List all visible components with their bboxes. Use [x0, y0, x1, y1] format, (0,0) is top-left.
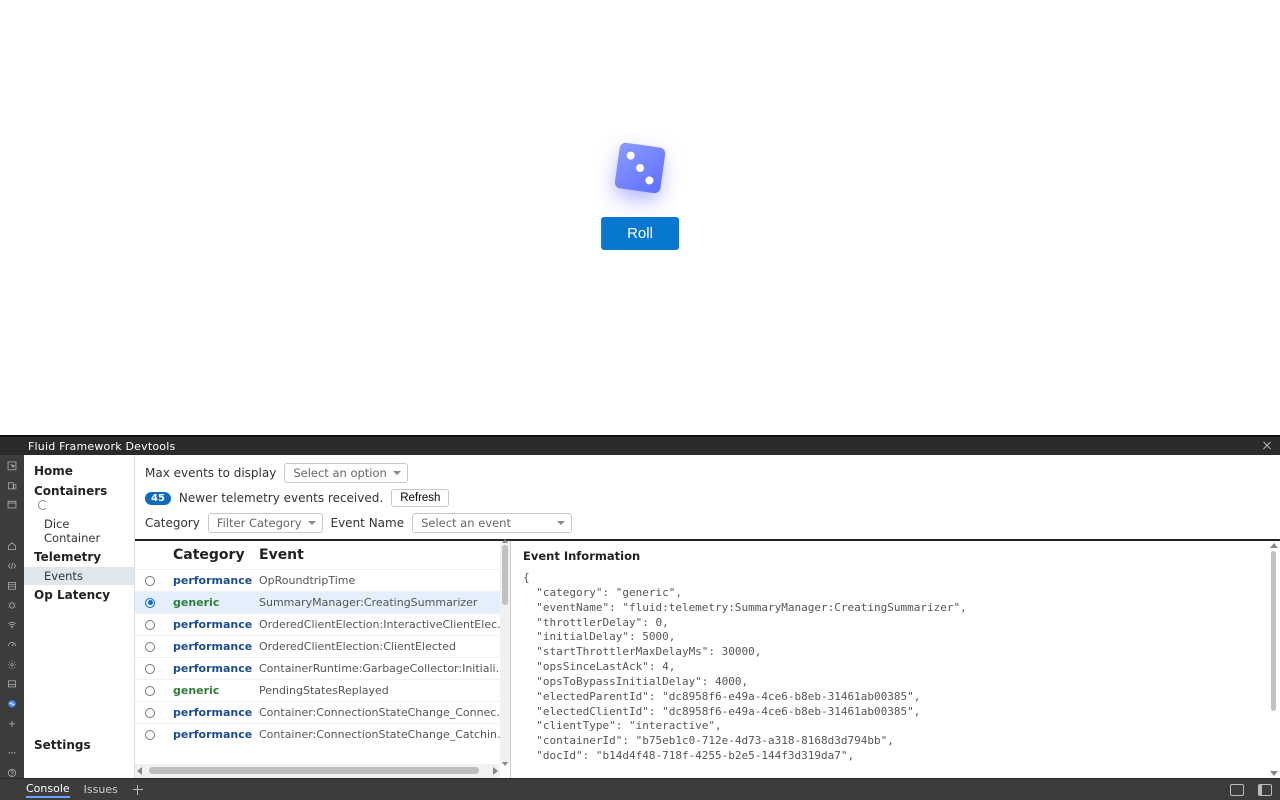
- help-icon[interactable]: [5, 768, 19, 778]
- bug-icon[interactable]: [5, 600, 19, 610]
- row-event: SummaryManager:CreatingSummarizer: [259, 596, 510, 609]
- row-category: performance: [173, 706, 259, 719]
- table-row[interactable]: performanceOpRoundtripTime: [135, 569, 510, 591]
- row-category: performance: [173, 574, 259, 587]
- new-events-message: Newer telemetry events received.: [179, 491, 383, 505]
- row-radio[interactable]: [145, 708, 155, 718]
- sidebar-item-home[interactable]: Home: [24, 461, 134, 481]
- table-row[interactable]: genericPendingStatesReplayed: [135, 679, 510, 701]
- home-icon[interactable]: [5, 541, 19, 551]
- table-row[interactable]: genericSummaryManager:CreatingSummarizer: [135, 591, 510, 613]
- event-details-json: { "category": "generic", "eventName": "f…: [523, 571, 1268, 764]
- tab-console[interactable]: Console: [26, 782, 70, 798]
- dice-roller: Roll: [601, 145, 679, 250]
- category-filter-label: Category: [145, 516, 200, 530]
- event-details-title: Event Information: [523, 549, 1268, 563]
- sidebar-item-containers[interactable]: Containers: [24, 481, 134, 515]
- row-category: performance: [173, 728, 259, 741]
- devtools-sidebar: Home Containers Dice Container Telemetry…: [24, 455, 135, 778]
- horizontal-scrollbar[interactable]: [135, 764, 500, 778]
- new-events-badge: 45: [145, 492, 171, 505]
- table-row[interactable]: performanceOrderedClientElection:ClientE…: [135, 635, 510, 657]
- filters-panel: Max events to display Select an option 4…: [135, 455, 1280, 539]
- event-name-filter-select[interactable]: Select an event: [412, 513, 572, 533]
- row-radio[interactable]: [145, 642, 155, 652]
- devtools-main: Max events to display Select an option 4…: [135, 455, 1280, 778]
- devtools-title: Fluid Framework Devtools: [28, 440, 175, 453]
- row-radio[interactable]: [145, 576, 155, 586]
- row-event: PendingStatesReplayed: [259, 684, 510, 697]
- row-category: generic: [173, 596, 259, 609]
- table-row[interactable]: performanceContainer:ConnectionStateChan…: [135, 723, 510, 745]
- roll-button[interactable]: Roll: [601, 217, 679, 250]
- sidebar-item-telemetry[interactable]: Telemetry: [24, 547, 134, 567]
- row-radio[interactable]: [145, 598, 155, 608]
- sidebar-item-events[interactable]: Events: [24, 567, 134, 585]
- dice-icon: [614, 142, 666, 194]
- sidebar-item-label: Containers: [34, 484, 107, 498]
- code-icon[interactable]: [5, 561, 19, 571]
- row-category: performance: [173, 640, 259, 653]
- max-events-select[interactable]: Select an option: [284, 463, 408, 483]
- storage-icon[interactable]: [5, 581, 19, 591]
- fluid-icon[interactable]: [5, 699, 19, 709]
- drawer-dock-icon[interactable]: [1258, 784, 1272, 796]
- row-radio[interactable]: [145, 686, 155, 696]
- row-radio[interactable]: [145, 730, 155, 740]
- plus-icon[interactable]: [5, 719, 19, 729]
- details-scrollbar[interactable]: [1270, 547, 1278, 772]
- row-radio[interactable]: [145, 620, 155, 630]
- events-table: Category Event performanceOpRoundtripTim…: [135, 541, 510, 778]
- add-tab-button[interactable]: [132, 784, 144, 796]
- event-name-filter-label: Event Name: [331, 516, 405, 530]
- row-event: ContainerRuntime:GarbageCollector:Initia…: [259, 662, 510, 675]
- table-header-category: Category: [173, 547, 259, 563]
- device-icon[interactable]: [5, 481, 19, 491]
- max-events-label: Max events to display: [145, 466, 276, 480]
- category-filter-select[interactable]: Filter Category: [208, 513, 323, 533]
- spinner-icon: [38, 500, 48, 510]
- row-radio[interactable]: [145, 664, 155, 674]
- row-category: performance: [173, 662, 259, 675]
- row-event: Container:ConnectionStateChange_Catching…: [259, 728, 510, 741]
- row-category: generic: [173, 684, 259, 697]
- wifi-icon[interactable]: [5, 620, 19, 630]
- panel-icon[interactable]: [5, 679, 19, 689]
- close-icon[interactable]: [1260, 439, 1274, 453]
- table-row[interactable]: performanceContainerRuntime:GarbageColle…: [135, 657, 510, 679]
- table-row[interactable]: performanceOrderedClientElection:Interac…: [135, 613, 510, 635]
- vertical-scrollbar[interactable]: [500, 541, 510, 764]
- row-event: OpRoundtripTime: [259, 574, 510, 587]
- drawer-layout-icon[interactable]: [1230, 784, 1244, 796]
- table-row[interactable]: performanceContainer:ConnectionStateChan…: [135, 701, 510, 723]
- row-event: Container:ConnectionStateChange_Connecte…: [259, 706, 510, 719]
- gear-icon[interactable]: [5, 660, 19, 670]
- devtools-icon-rail: [0, 455, 24, 778]
- app-viewport: Roll: [0, 0, 1280, 435]
- refresh-button[interactable]: Refresh: [391, 489, 449, 507]
- sidebar-item-dice-container[interactable]: Dice Container: [24, 515, 134, 547]
- devtools-drawer-tabs: Console Issues: [0, 778, 1280, 800]
- inspect-icon[interactable]: [5, 461, 19, 471]
- perf-icon[interactable]: [5, 640, 19, 650]
- table-header-event: Event: [259, 547, 304, 563]
- devtools-titlebar: Fluid Framework Devtools: [0, 435, 1280, 455]
- more-icon[interactable]: [5, 748, 19, 758]
- row-category: performance: [173, 618, 259, 631]
- sidebar-item-settings[interactable]: Settings: [34, 738, 91, 752]
- sidebar-item-op-latency[interactable]: Op Latency: [24, 585, 134, 605]
- tab-issues[interactable]: Issues: [84, 783, 118, 796]
- event-details-panel: Event Information { "category": "generic…: [510, 541, 1280, 778]
- window-icon[interactable]: [5, 500, 19, 510]
- row-event: OrderedClientElection:InteractiveClientE…: [259, 618, 510, 631]
- row-event: OrderedClientElection:ClientElected: [259, 640, 510, 653]
- devtools-panel: Fluid Framework Devtools Home: [0, 435, 1280, 800]
